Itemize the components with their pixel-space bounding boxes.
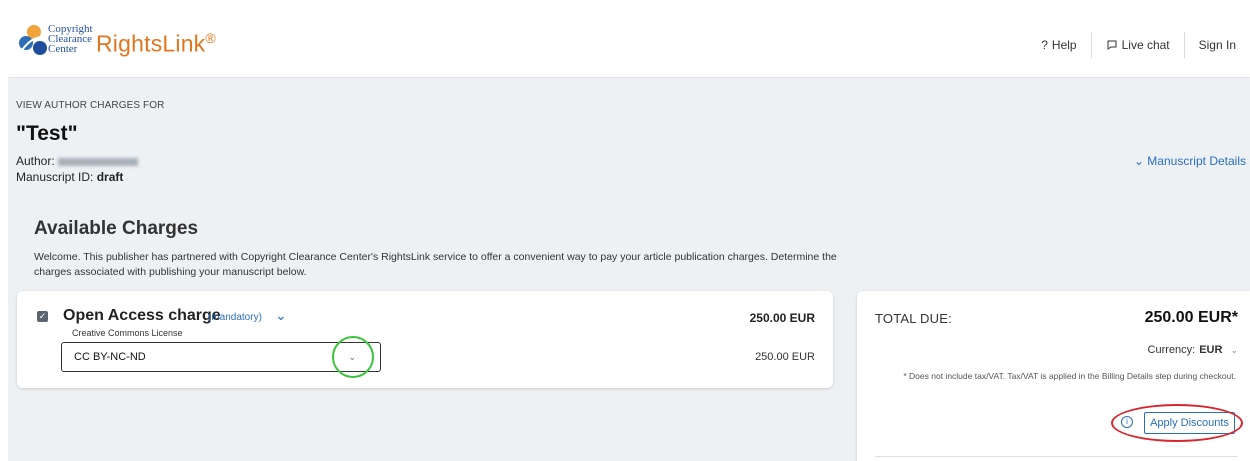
live-chat-label: Live chat: [1121, 38, 1170, 52]
sign-in-link[interactable]: Sign In: [1185, 32, 1250, 58]
help-link[interactable]: ? Help: [1027, 32, 1090, 58]
manuscript-id-value: draft: [96, 170, 124, 184]
view-charges-eyebrow: VIEW AUTHOR CHARGES FOR: [16, 100, 165, 111]
total-due-card: TOTAL DUE: 250.00 EUR* Currency: EUR ⌄ * D…: [857, 291, 1250, 461]
sign-in-label: Sign In: [1198, 38, 1236, 52]
currency-label: Currency:: [1147, 344, 1196, 356]
chevron-down-icon: ⌄: [1133, 154, 1144, 168]
top-header: Copyright Clearance Center RightsLink® ?…: [8, 12, 1250, 78]
author-line: Author:: [16, 154, 138, 168]
total-due-amount: 250.00 EUR*: [1144, 309, 1238, 326]
charges-intro-text: Welcome. This publisher has partnered wi…: [34, 251, 837, 278]
chevron-down-icon: ⌄: [1230, 345, 1238, 355]
charge-amount: 250.00 EUR: [749, 311, 815, 325]
manuscript-details-toggle[interactable]: ⌄ Manuscript Details: [1134, 154, 1246, 168]
tax-note: * Does not include tax/VAT. Tax/VAT is a…: [903, 371, 1236, 381]
annotation-ellipse: [1111, 404, 1243, 442]
manuscript-details-label: Manuscript Details: [1147, 154, 1246, 168]
license-label: Creative Commons License: [72, 328, 183, 338]
logo-line-3: Center: [48, 43, 78, 55]
question-icon: ?: [1041, 38, 1048, 52]
registered-mark: ®: [205, 30, 216, 46]
author-label: Author:: [16, 154, 55, 168]
charge-title: Open Access charge: [63, 307, 221, 324]
manuscript-title: "Test": [16, 122, 78, 145]
currency-value: EUR: [1199, 344, 1223, 356]
charge-checkbox[interactable]: ✓: [37, 311, 48, 322]
ccc-logo-text: Copyright Clearance Center: [48, 24, 93, 55]
ccc-logo-icon: [19, 25, 47, 55]
help-label: Help: [1051, 38, 1077, 52]
rightslink-brand[interactable]: RightsLink®: [96, 30, 216, 58]
chat-bubble-icon: [1107, 40, 1117, 50]
mandatory-tag: (mandatory): [208, 312, 262, 323]
license-selected-value: CC BY-NC-ND: [74, 351, 146, 363]
brand-name: RightsLink: [96, 30, 206, 57]
manuscript-id-line: Manuscript ID: draft: [16, 170, 123, 184]
summary-divider: [875, 456, 1238, 457]
currency-selector[interactable]: Currency: EUR ⌄: [1148, 344, 1238, 356]
expand-chevron-icon[interactable]: ⌄: [275, 307, 287, 324]
annotation-circle: [332, 336, 374, 378]
manuscript-id-label: Manuscript ID:: [16, 170, 94, 184]
header-nav: ? Help Live chat Sign In: [1027, 30, 1250, 60]
open-access-charge-card: ✓ Open Access charge (mandatory) ⌄ 250.0…: [17, 291, 833, 388]
available-charges-heading: Available Charges: [34, 218, 199, 239]
license-option-amount: 250.00 EUR: [755, 351, 815, 363]
live-chat-link[interactable]: Live chat: [1092, 32, 1184, 58]
redacted-author-name: [57, 157, 138, 166]
total-due-label: TOTAL DUE:: [875, 311, 952, 326]
